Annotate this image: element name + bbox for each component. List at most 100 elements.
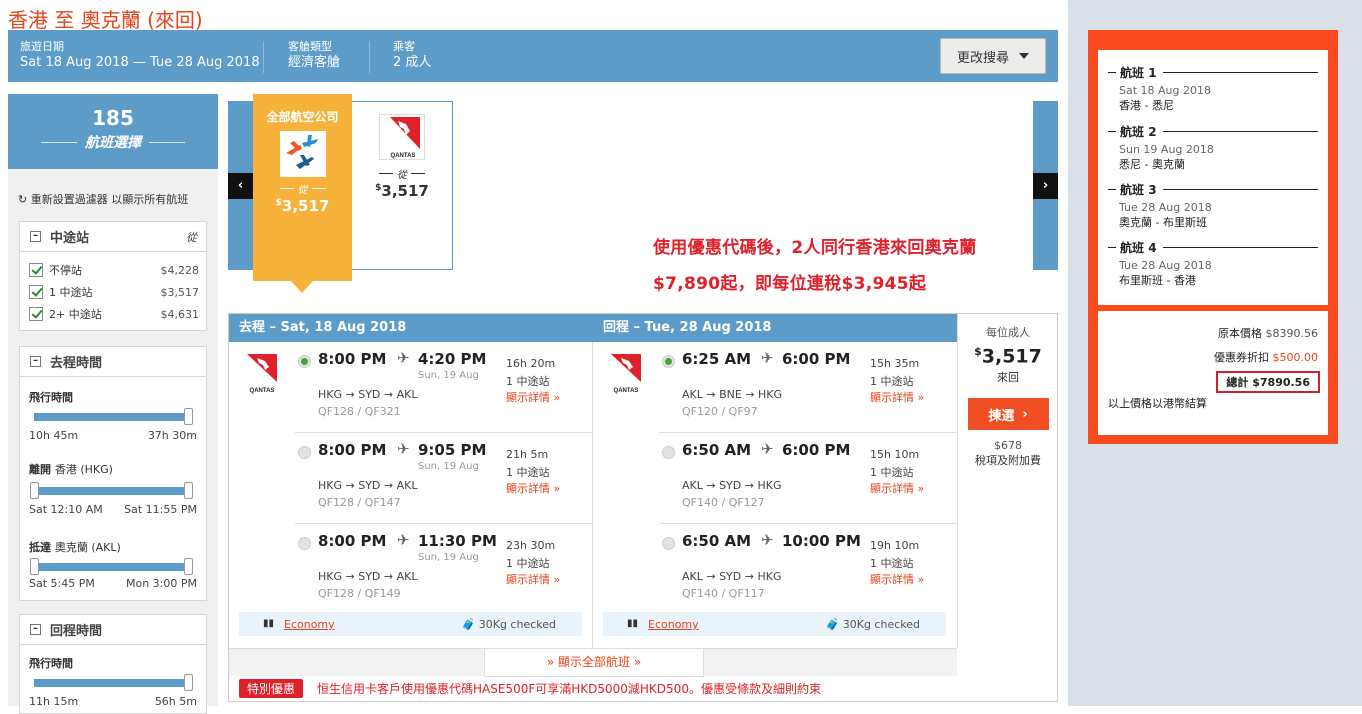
price-per-adult-label: 每位成人 (986, 326, 1030, 339)
duration-slider[interactable] (34, 408, 193, 425)
duration-filter-label: 飛行時間 (29, 391, 73, 404)
modify-search-button[interactable]: 更改搜尋 (940, 38, 1046, 74)
radio-button[interactable] (298, 446, 311, 459)
chevron-left-icon[interactable]: ‹ (228, 173, 253, 199)
depart-time: 6:50 AM (682, 532, 752, 550)
radio-button[interactable] (298, 537, 311, 550)
show-all-flights-button[interactable]: » 顯示全部航班 » (484, 649, 704, 677)
fare-class-link[interactable]: Economy (284, 618, 335, 631)
fare-info-bar: ▮▮ Economy 🧳 30Kg checked (603, 612, 946, 636)
segment-date: Tue 28 Aug 2018 (1119, 201, 1212, 214)
price-value: 3,517 (281, 197, 330, 215)
results-count-box: 185 航班選擇 (8, 94, 218, 181)
return-duration-slider[interactable] (34, 674, 193, 691)
from-label: 從 (186, 230, 197, 244)
radio-button[interactable] (662, 537, 675, 550)
slider-min-value: Sat 5:45 PM (29, 577, 95, 590)
show-details-link[interactable]: 顯示詳情 » (506, 571, 560, 587)
checkbox[interactable] (29, 307, 43, 321)
fare-class-link[interactable]: Economy (648, 618, 699, 631)
from-price: $3,517 (352, 182, 452, 200)
duration: 15h 35m (870, 357, 920, 370)
outbound-time-title: 去程時間 (50, 356, 103, 371)
slider-handle[interactable] (30, 558, 39, 575)
show-details-link[interactable]: 顯示詳情 » (870, 480, 924, 496)
radio-button[interactable] (662, 446, 675, 459)
slider-handle[interactable] (184, 482, 193, 499)
show-details-link[interactable]: 顯示詳情 » (870, 389, 924, 405)
outbound-time-header[interactable]: – 去程時間 (20, 347, 206, 377)
passengers-label: 乘客 (393, 40, 415, 53)
arrive-time: 6:00 PM (782, 350, 851, 368)
segment-date: Tue 28 Aug 2018 (1119, 259, 1212, 272)
collapse-icon[interactable]: – (30, 624, 41, 635)
slider-max-value: Sat 11:55 PM (124, 503, 197, 516)
stops: 1 中途站 (506, 557, 550, 570)
arrive-time-slider[interactable] (30, 558, 193, 575)
slider-handle[interactable] (184, 674, 193, 691)
radio-button[interactable] (298, 355, 311, 368)
return-option[interactable]: 6:50 AM ✈ 10:00 PM AKL → SYD → HKG QF140… (593, 524, 956, 615)
arrive-time: 11:30 PM (418, 532, 497, 550)
select-flight-button[interactable]: 揀選 › (967, 398, 1049, 431)
airplanes-icon (279, 131, 326, 177)
segment-route: 悉尼 - 奧克蘭 (1119, 158, 1185, 171)
slider-min-value: Sat 12:10 AM (29, 503, 103, 516)
outbound-option[interactable]: 8:00 PM ✈ 4:20 PM Sun, 19 Aug HKG → SYD … (229, 342, 592, 433)
price-value: 3,517 (981, 345, 1042, 368)
reset-filters-link[interactable]: ↻ 重新設置過濾器 以顯示所有航班 (18, 191, 188, 207)
return-option[interactable]: 6:25 AM ✈ 6:00 PM AKL → BNE → HKG QF120 … (593, 342, 956, 433)
depart-time-slider[interactable] (30, 482, 193, 499)
segment-date: Sun 19 Aug 2018 (1119, 143, 1214, 156)
stops-filter-header[interactable]: – 中途站 從 (20, 222, 206, 252)
airplane-icon: ✈ (397, 531, 410, 549)
airline-filter-all[interactable]: 全部航空公司 從 $3,517 (253, 94, 352, 293)
stop-filter-label: 2+ 中途站 (49, 308, 102, 321)
flight-numbers: QF128 / QF149 (318, 587, 401, 600)
slider-handle[interactable] (184, 408, 193, 425)
outbound-option[interactable]: 8:00 PM ✈ 9:05 PM Sun, 19 Aug HKG → SYD … (229, 433, 592, 524)
slider-handle[interactable] (30, 482, 39, 499)
suitcase-icon: 🧳 (461, 618, 476, 631)
segment-number: 3 (1148, 182, 1157, 197)
slider-handle[interactable] (184, 558, 193, 575)
airplane-icon: ✈ (397, 440, 410, 458)
passengers-value: 2 成人 (393, 55, 432, 70)
travel-dates: 旅遊日期 Sat 18 Aug 2018 — Tue 28 Aug 2018 (20, 40, 260, 72)
total-label: 總計 (1226, 376, 1249, 389)
booking-summary-panel: 航班 1 Sat 18 Aug 2018 香港 - 悉尼 航班 2 Sun 19… (1068, 0, 1362, 706)
segment-label: 航班 (1120, 66, 1145, 80)
show-details-link[interactable]: 顯示詳情 » (506, 389, 560, 405)
radio-button[interactable] (662, 355, 675, 368)
return-time-header[interactable]: – 回程時間 (20, 615, 206, 645)
stop-filter-nonstop[interactable]: 不停站 $4,228 (29, 262, 199, 278)
baggage-info: 🧳 30Kg checked (826, 618, 920, 631)
show-details-link[interactable]: 顯示詳情 » (506, 480, 560, 496)
arrive-time: 4:20 PM (418, 350, 487, 368)
chevron-right-icon[interactable]: › (1033, 173, 1058, 199)
outbound-option[interactable]: 8:00 PM ✈ 11:30 PM Sun, 19 Aug HKG → SYD… (229, 524, 592, 615)
stop-filter-one-stop[interactable]: 1 中途站 $3,517 (29, 284, 199, 300)
collapse-icon[interactable]: – (30, 356, 41, 367)
results-count: 185 (92, 106, 134, 130)
checkbox[interactable] (29, 263, 43, 277)
depart-filter-label: 離開 香港 (HKG) (29, 461, 113, 477)
checkbox[interactable] (29, 285, 43, 299)
segment-header: 航班 2 (1108, 123, 1318, 140)
stop-filter-two-plus[interactable]: 2+ 中途站 $4,631 (29, 306, 199, 322)
discount-value: $500.00 (1272, 351, 1319, 364)
airplane-icon: ✈ (761, 349, 774, 367)
segment-label: 航班 (1120, 125, 1145, 139)
currency-note: 以上價格以港幣結算 (1108, 397, 1207, 410)
depart-label: 離開 (29, 463, 51, 476)
flight-numbers: QF140 / QF117 (682, 587, 765, 600)
discount-label: 優惠券折扣 (1214, 351, 1269, 364)
return-option[interactable]: 6:50 AM ✈ 6:00 PM AKL → SYD → HKG QF140 … (593, 433, 956, 524)
airline-filter-qantas[interactable]: QANTAS 從 $3,517 (352, 101, 453, 270)
outbound-header: 去程 – Sat, 18 Aug 2018 (229, 314, 593, 342)
show-details-link[interactable]: 顯示詳情 » (870, 571, 924, 587)
route: HKG → SYD → AKL (318, 479, 418, 492)
segment-header: 航班 3 (1108, 181, 1318, 198)
collapse-icon[interactable]: – (30, 231, 41, 242)
return-time-title: 回程時間 (50, 624, 103, 639)
